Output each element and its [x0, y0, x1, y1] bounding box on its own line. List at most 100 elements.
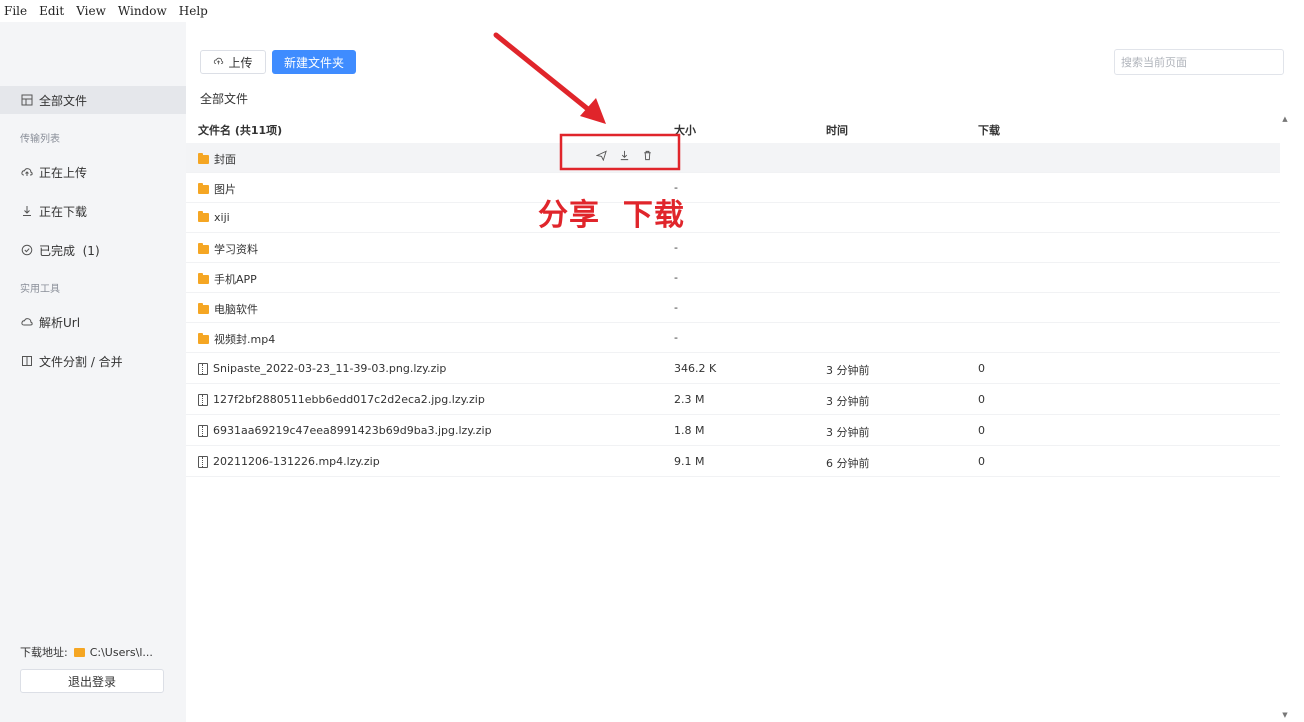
row-name[interactable]: 图片 [214, 181, 236, 197]
row-size: - [674, 241, 678, 254]
scroll-down-arrow-icon[interactable]: ▼ [1280, 710, 1290, 720]
menu-file[interactable]: File [4, 4, 27, 18]
row-name[interactable]: 6931aa69219c47eea8991423b69d9ba3.jpg.lzy… [213, 424, 492, 437]
share-icon[interactable] [595, 150, 607, 164]
sidebar-item-all-files[interactable]: 全部文件 [0, 86, 186, 114]
sidebar-heading-tools: 实用工具 [20, 284, 60, 295]
menu-view[interactable]: View [76, 4, 106, 18]
zip-file-icon [198, 393, 208, 406]
sidebar: 全部文件 传输列表 正在上传 正在下载 已完成 (1) 实用工具 解析Url 文… [0, 22, 186, 722]
row-name[interactable]: 视频封.mp4 [214, 331, 275, 347]
delete-icon[interactable] [642, 150, 653, 164]
folder-icon [198, 302, 209, 314]
row-name[interactable]: 封面 [214, 151, 236, 167]
row-size: 346.2 K [674, 362, 717, 375]
row-downloads: 0 [978, 455, 985, 468]
download-path-label: 下载地址: [20, 646, 68, 659]
sidebar-item-downloading[interactable]: 正在下载 [0, 197, 186, 225]
table-row[interactable]: 手机APP - [186, 263, 1280, 293]
cloud-link-icon [20, 315, 34, 329]
sidebar-item-label: 已完成 (1) [39, 243, 100, 258]
row-name[interactable]: xiji [214, 211, 230, 224]
sidebar-item-label: 正在上传 [39, 165, 88, 180]
row-size: - [674, 301, 678, 314]
menu-help[interactable]: Help [179, 4, 208, 18]
zip-file-icon [198, 455, 208, 468]
check-circle-icon [20, 243, 34, 257]
folder-icon [198, 211, 209, 222]
download-icon[interactable] [619, 150, 630, 164]
table-row[interactable]: 127f2bf2880511ebb6edd017c2d2eca2.jpg.lzy… [186, 385, 1280, 415]
row-size: 9.1 M [674, 455, 705, 468]
table-row[interactable]: 电脑软件 - [186, 293, 1280, 323]
row-size: 2.3 M [674, 393, 705, 406]
search-input[interactable] [1114, 49, 1284, 75]
header-downloads[interactable]: 下载 [978, 122, 1000, 138]
table-header: 文件名 (共11项) 大小 时间 下载 [186, 118, 1280, 140]
sidebar-item-completed[interactable]: 已完成 (1) [0, 236, 186, 264]
header-name[interactable]: 文件名 (共11项) [198, 122, 282, 138]
download-path-value[interactable]: C:\Users\l... [90, 646, 153, 659]
table-row[interactable]: 学习资料 - [186, 233, 1280, 263]
sidebar-item-split-merge[interactable]: 文件分割 / 合并 [0, 347, 186, 375]
new-folder-button[interactable]: 新建文件夹 [272, 50, 356, 74]
row-size: 1.8 M [674, 424, 705, 437]
download-path: 下载地址: C:\Users\l... [20, 644, 153, 660]
download-icon [20, 204, 34, 218]
table-row[interactable]: 6931aa69219c47eea8991423b69d9ba3.jpg.lzy… [186, 416, 1280, 446]
row-downloads: 0 [978, 424, 985, 437]
cloud-upload-icon [213, 55, 224, 69]
row-time: 6 分钟前 [826, 457, 870, 470]
annotation-callout-text: 分享 下载 [538, 198, 685, 233]
row-name[interactable]: Snipaste_2022-03-23_11-39-03.png.lzy.zip [213, 362, 446, 375]
sidebar-item-uploading[interactable]: 正在上传 [0, 158, 186, 186]
table-row[interactable]: xiji - [186, 203, 1280, 233]
sidebar-item-parse-url[interactable]: 解析Url [0, 308, 186, 336]
scroll-up-arrow-icon[interactable]: ▲ [1280, 114, 1290, 124]
sidebar-item-label: 正在下载 [39, 204, 88, 219]
table-row[interactable]: 视频封.mp4 - [186, 323, 1280, 353]
folder-icon [198, 152, 209, 164]
row-actions [595, 150, 653, 164]
menu-bar: File Edit View Window Help [0, 0, 1304, 22]
zip-file-icon [198, 362, 208, 375]
row-size: - [674, 331, 678, 344]
table-row[interactable]: 封面 [186, 143, 1280, 173]
sidebar-item-label: 文件分割 / 合并 [39, 354, 123, 369]
upload-button[interactable]: 上传 [200, 50, 266, 74]
sidebar-item-label: 全部文件 [39, 93, 88, 108]
row-time: 3 分钟前 [826, 395, 870, 408]
menu-edit[interactable]: Edit [39, 4, 64, 18]
main-panel: 上传 新建文件夹 全部文件 文件名 (共11项) 大小 时间 下载 ▲ ▼ 封面… [186, 22, 1304, 722]
files-icon [20, 93, 34, 107]
row-time: 3 分钟前 [826, 364, 870, 377]
sidebar-item-label: 解析Url [39, 315, 81, 330]
row-name[interactable]: 电脑软件 [214, 301, 258, 317]
sidebar-heading-transfers: 传输列表 [20, 134, 60, 145]
scrollbar[interactable]: ▲ ▼ [1280, 114, 1290, 720]
menu-window[interactable]: Window [118, 4, 167, 18]
table-row[interactable]: Snipaste_2022-03-23_11-39-03.png.lzy.zip… [186, 354, 1280, 384]
table-row[interactable]: 图片 - [186, 173, 1280, 203]
split-merge-icon [20, 354, 34, 368]
table-row[interactable]: 20211206-131226.mp4.lzy.zip 9.1 M 6 分钟前 … [186, 447, 1280, 477]
folder-icon [198, 182, 209, 194]
row-name[interactable]: 学习资料 [214, 241, 258, 257]
folder-icon [73, 647, 85, 657]
row-time: 3 分钟前 [826, 426, 870, 439]
folder-icon [198, 332, 209, 344]
row-name[interactable]: 手机APP [214, 271, 257, 287]
header-time[interactable]: 时间 [826, 122, 848, 138]
folder-icon [198, 272, 209, 284]
row-name[interactable]: 127f2bf2880511ebb6edd017c2d2eca2.jpg.lzy… [213, 393, 485, 406]
row-downloads: 0 [978, 362, 985, 375]
row-name[interactable]: 20211206-131226.mp4.lzy.zip [213, 455, 380, 468]
cloud-upload-icon [20, 165, 34, 179]
breadcrumb[interactable]: 全部文件 [200, 90, 248, 107]
header-size[interactable]: 大小 [674, 122, 696, 138]
row-downloads: 0 [978, 393, 985, 406]
row-size: - [674, 271, 678, 284]
logout-button[interactable]: 退出登录 [20, 669, 164, 693]
zip-file-icon [198, 424, 208, 437]
folder-icon [198, 242, 209, 254]
